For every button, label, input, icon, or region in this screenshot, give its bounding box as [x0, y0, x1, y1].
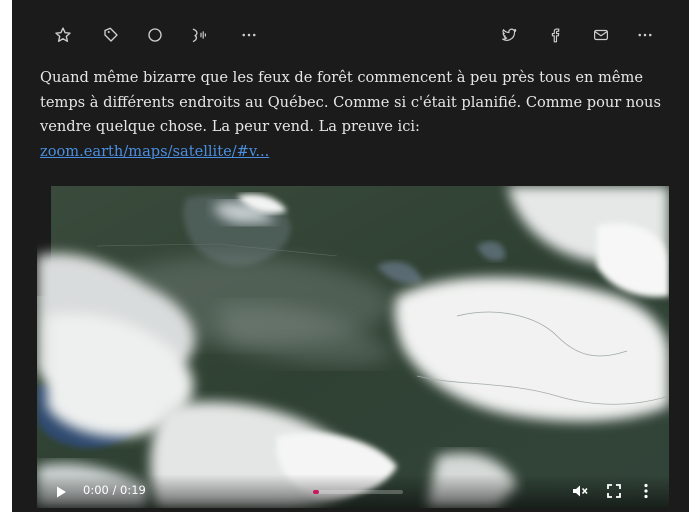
circle-icon[interactable] — [142, 22, 168, 48]
play-icon[interactable] — [53, 484, 69, 500]
fullscreen-icon[interactable] — [605, 482, 623, 500]
satellite-map-image — [37, 186, 669, 508]
video-controls: 0:00 / 0:19 — [37, 474, 669, 508]
tag-icon[interactable] — [98, 22, 124, 48]
video-progress-fill — [313, 490, 319, 494]
speak-icon[interactable] — [188, 22, 214, 48]
twitter-icon[interactable] — [496, 22, 522, 48]
video-progress-bar[interactable] — [313, 490, 403, 494]
post-body: Quand même bizarre que les feux de forêt… — [40, 69, 661, 135]
post-link[interactable]: zoom.earth/maps/satellite/#v... — [40, 143, 269, 160]
mute-icon[interactable] — [571, 482, 589, 500]
post-card: Quand même bizarre que les feux de forêt… — [12, 0, 689, 512]
video-player[interactable]: 0:00 / 0:19 — [37, 186, 669, 508]
mail-icon[interactable] — [588, 22, 614, 48]
more-icon[interactable] — [632, 22, 658, 48]
star-icon[interactable] — [50, 22, 76, 48]
post-toolbar — [12, 14, 689, 54]
more-options-icon[interactable] — [637, 482, 655, 500]
video-time: 0:00 / 0:19 — [83, 483, 146, 497]
post-text: Quand même bizarre que les feux de forêt… — [40, 66, 672, 164]
facebook-icon[interactable] — [542, 22, 568, 48]
more-icon[interactable] — [236, 22, 262, 48]
